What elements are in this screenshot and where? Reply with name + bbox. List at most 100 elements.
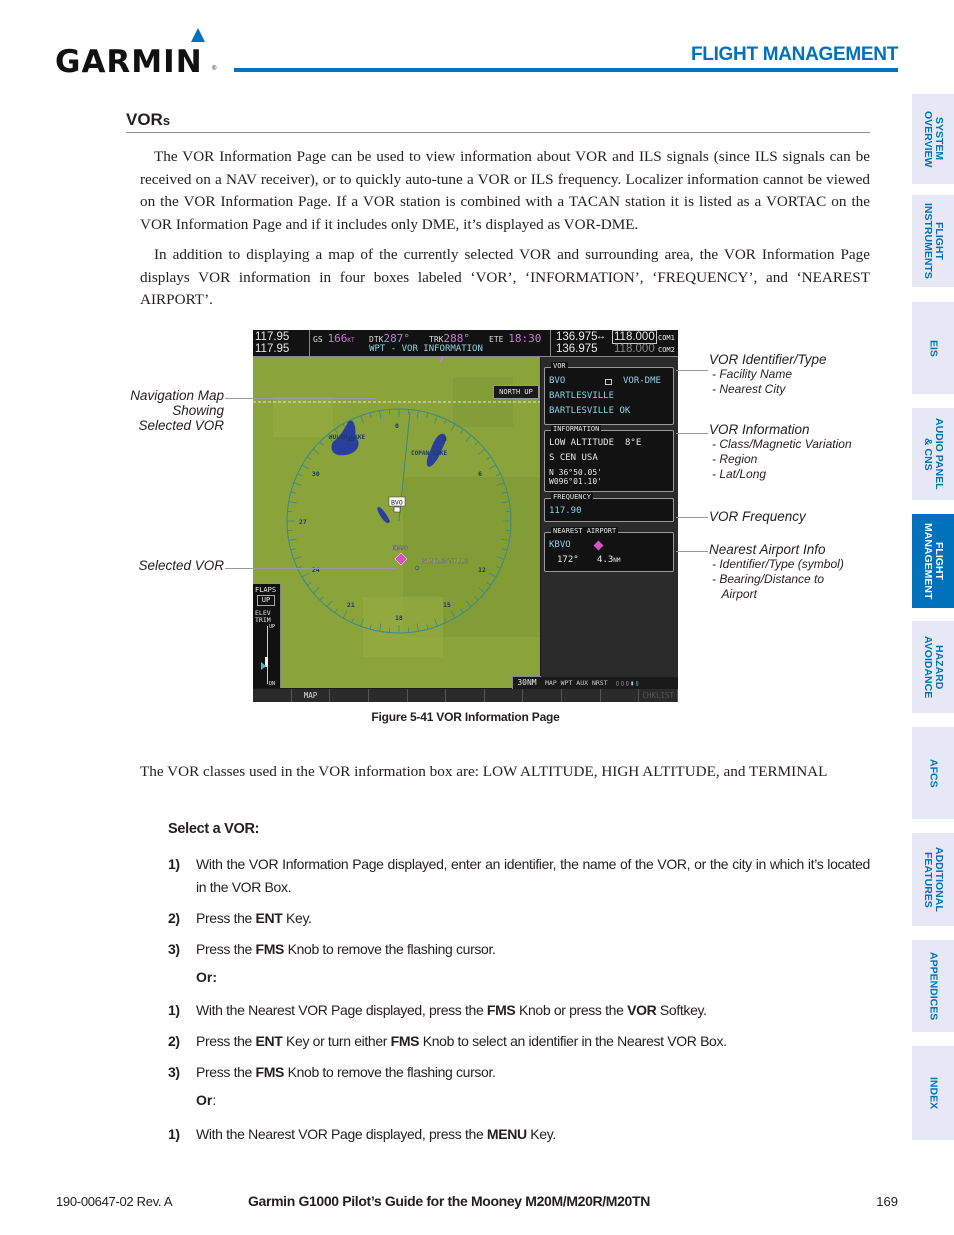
- step-number: 3): [168, 1064, 180, 1080]
- procedure-step: 1) With the VOR Information Page displaye…: [168, 853, 870, 898]
- callout-item: - Class/Magnetic Variation: [712, 437, 852, 451]
- softkey-8[interactable]: [523, 689, 563, 702]
- city-label: BARTLESVILLE: [421, 557, 468, 565]
- tab-system-overview[interactable]: SYSTEM OVERVIEW: [912, 94, 954, 184]
- callout-item: - Region: [712, 452, 758, 466]
- information-box-title: INFORMATION: [551, 425, 602, 434]
- callout-navigation-map: Navigation Map Showing Selected VOR: [130, 388, 224, 433]
- frequency-box[interactable]: FREQUENCY 117.90: [544, 493, 674, 522]
- procedure-step: 2) Press the ENT Key.: [168, 907, 870, 930]
- step-number: 1): [168, 1002, 180, 1018]
- step-text: With the Nearest VOR Page displayed, pre…: [196, 1126, 556, 1142]
- step-number: 3): [168, 941, 180, 957]
- compass-label: 21: [347, 601, 355, 609]
- north-up-indicator[interactable]: NORTH UP: [493, 385, 539, 399]
- procedure-title: Select a VOR:: [168, 821, 260, 837]
- tab-label: APPENDICES: [927, 951, 940, 1021]
- key-name: ENT: [255, 910, 283, 926]
- tab-label: AUDIO PANEL & CNS: [922, 418, 945, 490]
- document-number: 190-00647-02 Rev. A: [56, 1194, 173, 1209]
- com-swap-icon: ↔: [596, 331, 606, 342]
- header-rule: [234, 68, 898, 72]
- softkey-6[interactable]: [446, 689, 485, 702]
- tab-flight-instruments[interactable]: FLIGHT INSTRUMENTS: [912, 195, 954, 287]
- procedure-step: 1) With the Nearest VOR Page displayed, p…: [168, 1123, 870, 1146]
- tab-afcs[interactable]: AFCS: [912, 727, 954, 819]
- tab-eis[interactable]: EIS: [912, 302, 954, 394]
- map-graphics: HULAH LAKE COPAN LAKE BVO KBVO BARTLESVI…: [253, 357, 540, 688]
- logo-registered-mark: ®: [212, 66, 217, 72]
- garmin-logo: GARMIN ®: [55, 28, 220, 80]
- nearest-airport-identifier: KBVO: [549, 540, 571, 550]
- softkey-9[interactable]: [562, 689, 601, 702]
- mfd-top-bar: 117.95 117.95 GS 166KT DTK287° TRK288° E…: [253, 330, 678, 357]
- tab-label: EIS: [927, 339, 940, 357]
- nearest-airport-bearing: 172°: [557, 555, 579, 565]
- softkey-7[interactable]: [485, 689, 524, 702]
- callout-vor-frequency: VOR Frequency: [709, 509, 806, 524]
- intro-paragraph-2: In addition to displaying a map of the c…: [140, 246, 870, 308]
- callout-vor-information: VOR Information - Class/Magnetic Variati…: [709, 422, 852, 482]
- frequency-box-title: FREQUENCY: [551, 493, 593, 502]
- figure-caption: Figure 5-41 VOR Information Page: [371, 710, 560, 724]
- leader-line: [225, 568, 397, 569]
- latitude: N 36°50.05': [549, 468, 602, 477]
- callout-title: VOR Frequency: [709, 509, 806, 524]
- procedure-step: 3) Press the FMS Knob to remove the flash…: [168, 1061, 870, 1084]
- softkey-map[interactable]: MAP: [292, 689, 331, 702]
- magnetic-variation: 8°E: [625, 438, 642, 448]
- navigation-map: HULAH LAKE COPAN LAKE BVO KBVO BARTLESVI…: [253, 357, 540, 688]
- procedure-step: 3) Press the FMS Knob to remove the flash…: [168, 938, 870, 961]
- callout-item: - Nearest City: [712, 382, 786, 396]
- divider: [309, 330, 310, 356]
- map-range[interactable]: 30NM: [512, 676, 542, 690]
- softkey-5[interactable]: [408, 689, 447, 702]
- procedure-step: 1) With the Nearest VOR Page displayed, p…: [168, 999, 870, 1022]
- airport-identifier-label: KBVO: [392, 544, 408, 552]
- softkey-chklist[interactable]: CHKLIST: [639, 689, 678, 702]
- com2-label: COM2: [658, 346, 675, 354]
- tab-audio-panel-cns[interactable]: AUDIO PANEL & CNS: [912, 408, 954, 500]
- compass-label: 0: [395, 422, 399, 430]
- tab-hazard-avoidance[interactable]: HAZARD AVOIDANCE: [912, 621, 954, 713]
- or-label: Or:: [196, 969, 217, 985]
- vor-information-screen: 117.95 117.95 GS 166KT DTK287° TRK288° E…: [253, 330, 678, 702]
- tab-label: ADDITIONAL FEATURES: [922, 847, 945, 912]
- trim-scale: [267, 626, 268, 684]
- flaps-label: FLAPS: [255, 586, 277, 594]
- softkey-3[interactable]: [330, 689, 369, 702]
- leader-line: [676, 551, 708, 552]
- title-main: VOR: [126, 110, 163, 129]
- vor-box[interactable]: VOR BVO VOR-DME BARTLESVILLE BARTLESVILL…: [544, 362, 674, 425]
- document-title: Garmin G1000 Pilot’s Guide for the Moone…: [248, 1193, 650, 1209]
- step-text: Press the ENT Key.: [196, 910, 312, 926]
- step-number: 1): [168, 1126, 180, 1142]
- tab-label: FLIGHT MANAGEMENT: [922, 522, 945, 600]
- tab-flight-management[interactable]: FLIGHT MANAGEMENT: [912, 514, 954, 608]
- softkey-4[interactable]: [369, 689, 408, 702]
- tab-label: HAZARD AVOIDANCE: [922, 635, 945, 699]
- tab-index[interactable]: INDEX: [912, 1046, 954, 1140]
- nearest-airport-box[interactable]: NEAREST AIRPORT KBVO 172° 4.3NM: [544, 527, 674, 572]
- step-text: With the VOR Information Page displayed,…: [196, 856, 870, 895]
- softkey-10[interactable]: [601, 689, 640, 702]
- tab-additional-features[interactable]: ADDITIONAL FEATURES: [912, 833, 954, 926]
- softkey-1[interactable]: [253, 689, 292, 702]
- compass-label: 6: [478, 470, 482, 478]
- callout-vor-identifier: VOR Identifier/Type - Facility Name - Ne…: [709, 352, 827, 397]
- nearest-airport-distance: 4.3NM: [597, 555, 621, 565]
- procedure-step: 2) Press the ENT Key or turn either FMS K…: [168, 1030, 870, 1053]
- callout-item: - Identifier/Type (symbol): [712, 557, 844, 571]
- step-text: With the Nearest VOR Page displayed, pre…: [196, 1002, 707, 1018]
- vor-city: BARTLESVILLE OK: [549, 406, 631, 416]
- tab-label: AFCS: [927, 758, 940, 788]
- tab-appendices[interactable]: APPENDICES: [912, 940, 954, 1032]
- page-group-label: MAP WPT AUX NRST: [545, 679, 608, 687]
- page-number: 169: [876, 1194, 898, 1209]
- step-number: 1): [168, 856, 180, 872]
- compass-label: 15: [443, 601, 451, 609]
- step-number: 2): [168, 1033, 180, 1049]
- key-name: FMS: [486, 1002, 516, 1018]
- trim-up-label: UP: [269, 624, 276, 630]
- callout-nearest-airport: Nearest Airport Info - Identifier/Type (…: [709, 542, 844, 602]
